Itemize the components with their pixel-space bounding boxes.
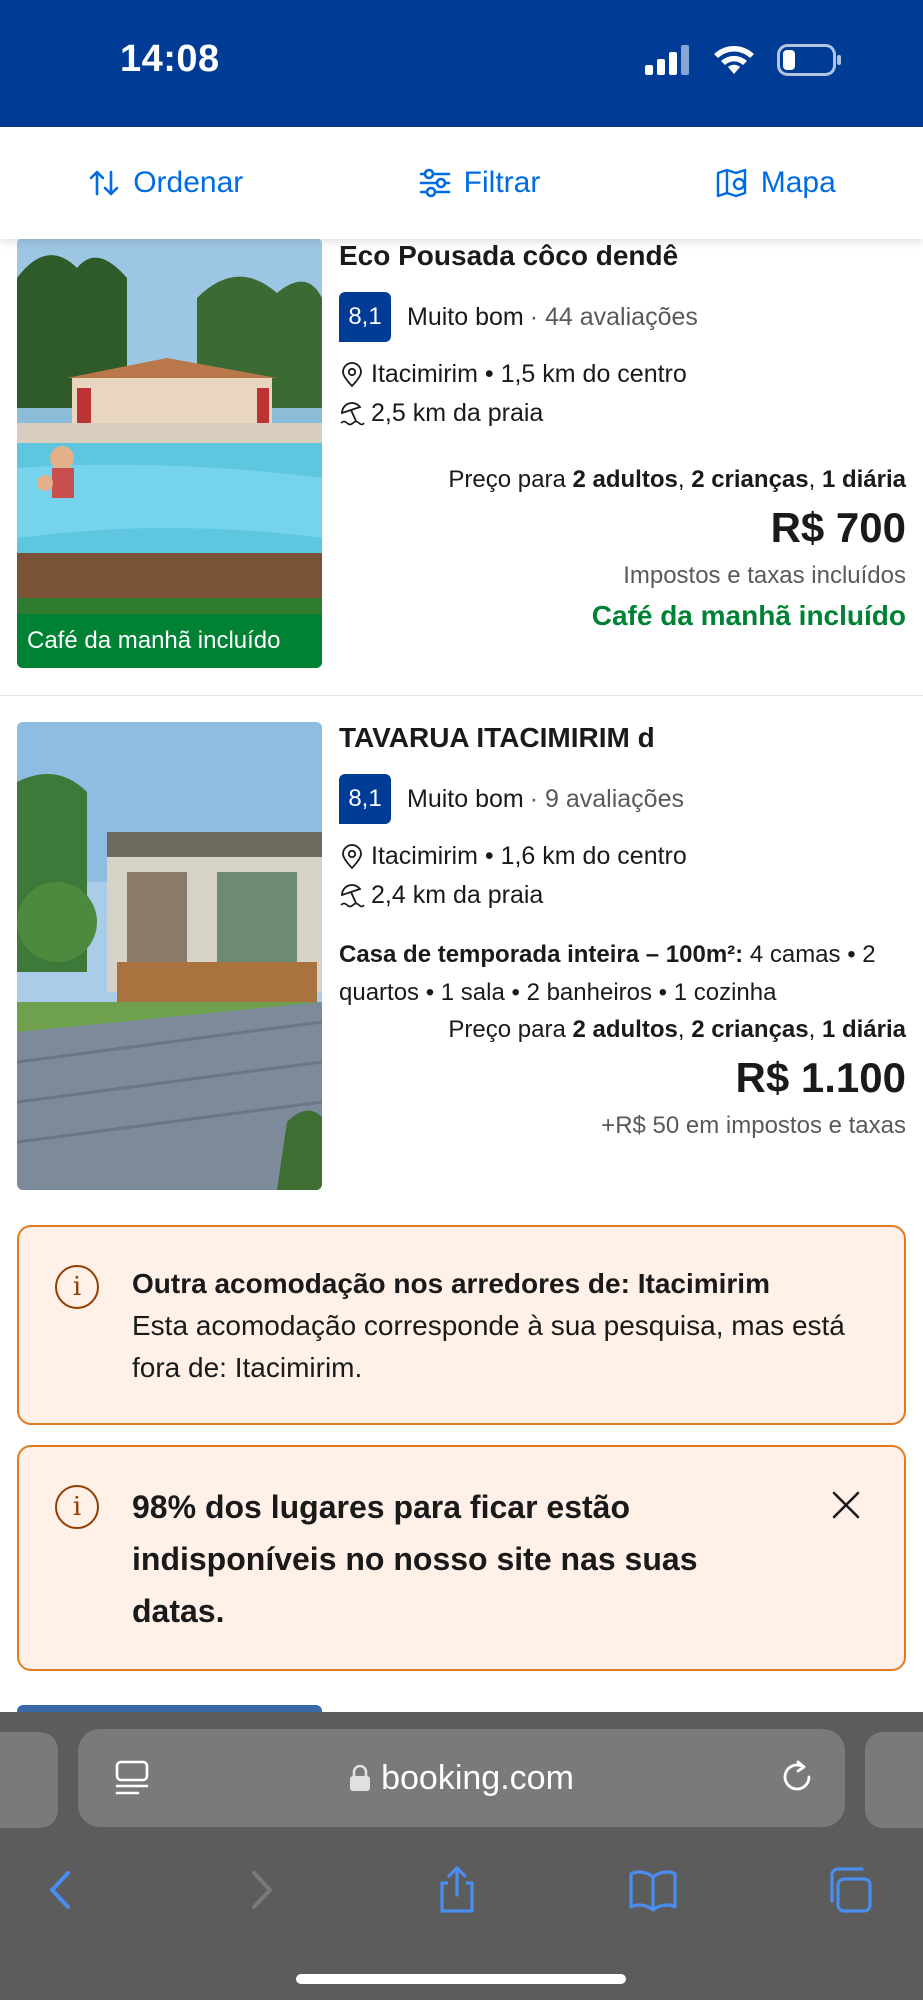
breakfast-included-text: Café da manhã incluído [591,600,906,631]
price-for-children: 2 crianças [691,1016,809,1043]
property-name[interactable]: Eco Pousada côco dendê [339,240,906,272]
sort-icon [89,170,119,196]
price-for-adults: 2 adultos [572,466,678,493]
map-icon [716,168,746,198]
url-text: booking.com [381,1758,574,1797]
beach-umbrella-icon [340,401,365,425]
review-score: 8,1 [339,292,391,342]
property-card[interactable]: TAVARUA ITACIMIRIM d 8,1 Muito bom · 9 a… [0,722,923,1192]
breakfast-badge: Café da manhã incluído [17,614,322,668]
home-indicator[interactable] [296,1974,626,1984]
map-label: Mapa [760,166,836,199]
pool-photo [17,238,322,668]
review-score: 8,1 [339,774,391,824]
status-time: 14:08 [120,38,220,80]
notice-title: 98% dos lugares para ficar estão indispo… [132,1489,698,1629]
price-for-children: 2 crianças [691,466,809,493]
rating-word: Muito bom [407,302,524,331]
notice-text: Esta acomodação corresponde à sua pesqui… [132,1310,845,1383]
property-name[interactable]: TAVARUA ITACIMIRIM d [339,722,906,754]
beach-distance: 2,5 km da praia [371,399,544,427]
location-pin-icon [342,843,362,869]
status-icons [645,44,843,76]
property-photo[interactable] [17,722,322,1190]
price: R$ 1.100 [735,1054,906,1101]
bookmarks-icon[interactable] [628,1865,678,1915]
location-row: Itacimirim • 1,6 km do centro [339,842,906,871]
address-bar[interactable]: booking.com [78,1729,845,1827]
filter-label: Filtrar [463,166,541,199]
status-bar: 14:08 [0,0,923,127]
url-display: booking.com [78,1759,845,1798]
unit-type: Casa de temporada inteira – 100m²: [339,941,744,968]
price-for-nights: 1 diária [821,1016,906,1043]
filter-button[interactable]: Filtrar [418,166,541,200]
browser-chrome: booking.com [0,1712,923,2000]
sort-label: Ordenar [133,166,244,199]
review-count: · 9 avaliações [529,784,684,813]
info-icon: i [55,1265,99,1309]
lock-icon [350,1764,371,1791]
battery-icon [777,44,841,76]
price-for: Preço para 2 adultos, 2 crianças, 1 diár… [448,1016,906,1043]
price-for-nights: 1 diária [821,466,906,493]
unit-description: Casa de temporada inteira – 100m²: 4 cam… [339,936,906,1012]
location-row: Itacimirim • 1,5 km do centro [339,360,906,389]
close-icon[interactable] [828,1487,864,1523]
location-text: Itacimirim • 1,5 km do centro [371,360,687,388]
reload-icon[interactable] [777,1757,817,1797]
filter-icon [419,168,450,198]
property-card[interactable]: Café da manhã incluído Eco Pousada côco … [0,238,923,696]
share-icon[interactable] [432,1865,482,1915]
nearby-notice: i Outra acomodação nos arredores de: Ita… [17,1225,906,1425]
price-for-prefix: Preço para [448,466,566,493]
beach-distance: 2,4 km da praia [371,881,544,909]
property-info: Eco Pousada côco dendê 8,1 Muito bom · 4… [339,240,906,632]
property-photo[interactable]: Café da manhã incluído [17,238,322,668]
beach-row: 2,4 km da praia [339,881,906,910]
price-for-prefix: Preço para [448,1016,566,1043]
back-icon[interactable] [36,1865,86,1915]
info-icon: i [55,1485,99,1529]
browser-nav-bar [0,1847,923,1937]
house-photo [17,722,322,1190]
forward-icon[interactable] [236,1865,286,1915]
notice-title: Outra acomodação nos arredores de: Itaci… [132,1268,770,1299]
availability-notice: i 98% dos lugares para ficar estão indis… [17,1445,906,1671]
sort-button[interactable]: Ordenar [87,166,243,200]
beach-umbrella-icon [340,883,365,907]
map-button[interactable]: Mapa [715,166,836,200]
tabs-icon[interactable] [824,1865,874,1915]
location-pin-icon [342,361,362,387]
review-count: · 44 avaliações [529,302,698,331]
next-tab-pill[interactable] [865,1732,923,1828]
taxes-note: +R$ 50 em impostos e taxas [601,1112,906,1139]
beach-row: 2,5 km da praia [339,399,906,428]
wifi-icon [714,46,754,74]
property-info: TAVARUA ITACIMIRIM d 8,1 Muito bom · 9 a… [339,722,906,1140]
price-for: Preço para 2 adultos, 2 crianças, 1 diár… [448,466,906,493]
price: R$ 700 [770,504,906,551]
rating-row: 8,1 Muito bom · 44 avaliações [339,292,906,342]
price-for-adults: 2 adultos [572,1016,678,1043]
taxes-note: Impostos e taxas incluídos [623,562,906,589]
results-toolbar: Ordenar Filtrar Mapa [0,127,923,239]
signal-icon [645,45,689,75]
rating-word: Muito bom [407,784,524,813]
previous-tab-pill[interactable] [0,1732,58,1828]
location-text: Itacimirim • 1,6 km do centro [371,842,687,870]
notice-body: Outra acomodação nos arredores de: Itaci… [132,1263,864,1389]
rating-row: 8,1 Muito bom · 9 avaliações [339,774,906,824]
